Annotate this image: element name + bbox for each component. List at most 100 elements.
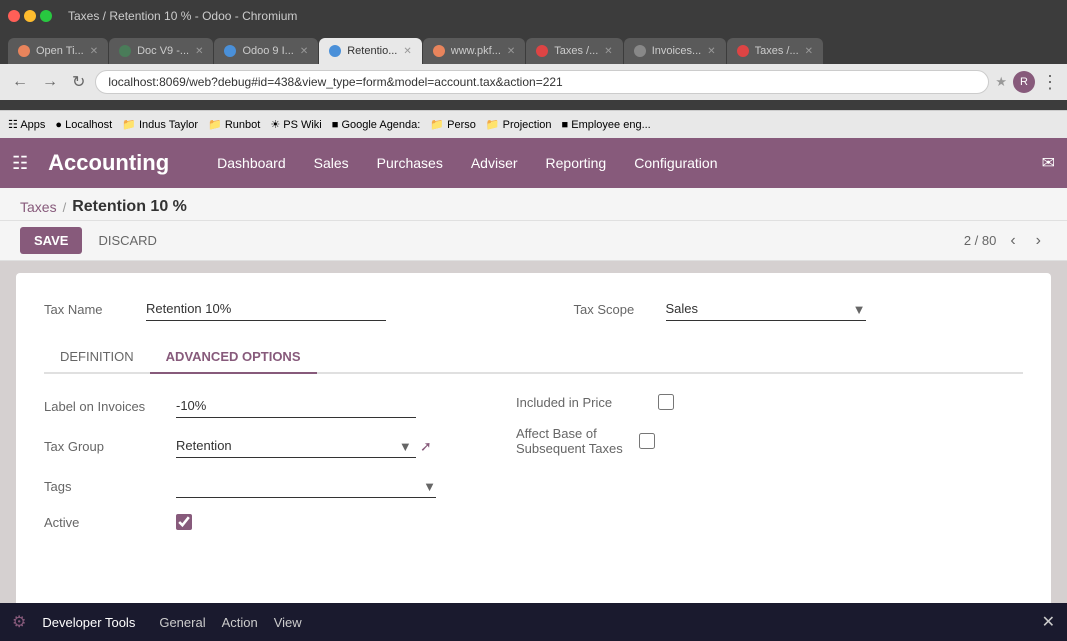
dev-tools-view[interactable]: View — [274, 615, 302, 630]
back-button[interactable]: ← — [8, 71, 32, 93]
dev-tools-icon: ⚙ — [12, 612, 26, 632]
tax-group-label: Tax Group — [44, 439, 164, 454]
menu-icon[interactable]: ⋮ — [1041, 72, 1059, 93]
indus-taylor-bookmark[interactable]: 📁 Indus Taylor — [122, 118, 198, 131]
bookmarks-bar: ☷ Apps ● Localhost 📁 Indus Taylor 📁 Runb… — [0, 110, 1067, 138]
record-position: 2 / 80 — [964, 233, 997, 248]
employee-bookmark[interactable]: ■ Employee eng... — [562, 119, 651, 131]
breadcrumb-separator: / — [63, 200, 67, 215]
url-text: localhost:8069/web?debug#id=438&view_typ… — [108, 75, 976, 89]
included-price-label: Included in Price — [516, 395, 646, 410]
active-checkbox[interactable] — [176, 514, 192, 530]
browser-tab-3[interactable]: Retentio... ✕ — [319, 38, 422, 64]
label-invoices-input[interactable] — [176, 394, 416, 418]
affect-base-checkbox[interactable] — [639, 433, 655, 449]
tab-close-7[interactable]: ✕ — [805, 46, 813, 57]
record-nav: 2 / 80 ‹ › — [964, 230, 1047, 252]
dev-tools-close[interactable]: ✕ — [1042, 612, 1055, 632]
browser-tab-5[interactable]: Taxes /... ✕ — [526, 38, 622, 64]
google-agenda-bookmark[interactable]: ■ Google Agenda: — [332, 119, 421, 131]
tab-advanced-options[interactable]: ADVANCED OPTIONS — [150, 341, 317, 374]
profile-icon[interactable]: R — [1013, 71, 1035, 93]
affect-base-labels: Affect Base of Subsequent Taxes — [516, 426, 623, 456]
forward-button[interactable]: → — [38, 71, 62, 93]
tab-close-4[interactable]: ✕ — [507, 46, 515, 57]
label-invoices-row: Label on Invoices — [44, 394, 436, 418]
browser-tab-1[interactable]: Doc V9 -... ✕ — [109, 38, 213, 64]
ps-wiki-bookmark[interactable]: ☀ PS Wiki — [270, 118, 321, 131]
nav-menu: Dashboard Sales Purchases Adviser Report… — [205, 149, 729, 177]
top-nav: ☷ Accounting Dashboard Sales Purchases A… — [0, 138, 1067, 188]
advanced-options-fields: Label on Invoices Tax Group Retention ▼ … — [44, 394, 1023, 530]
tax-group-select[interactable]: Retention — [176, 434, 416, 458]
perso-bookmark[interactable]: 📁 Perso — [430, 118, 476, 131]
dev-tools-title: Developer Tools — [42, 615, 135, 630]
affect-base-row: Affect Base of Subsequent Taxes — [516, 426, 674, 456]
runbot-bookmark[interactable]: 📁 Runbot — [208, 118, 260, 131]
browser-tab-4[interactable]: www.pkf... ✕ — [423, 38, 526, 64]
browser-tab-2[interactable]: Odoo 9 I... ✕ — [214, 38, 318, 64]
tags-row: Tags ▼ — [44, 474, 436, 498]
affect-base-label: Affect Base of — [516, 426, 623, 441]
nav-adviser[interactable]: Adviser — [459, 149, 530, 177]
localhost-bookmark[interactable]: ● Localhost — [55, 119, 112, 131]
nav-configuration[interactable]: Configuration — [622, 149, 729, 177]
label-invoices-label: Label on Invoices — [44, 399, 164, 414]
close-window-button[interactable] — [8, 10, 20, 22]
breadcrumb: Taxes / Retention 10 % — [0, 188, 1067, 221]
affect-base-label2: Subsequent Taxes — [516, 441, 623, 456]
discard-button[interactable]: DISCARD — [90, 227, 165, 254]
prev-record-button[interactable]: ‹ — [1004, 230, 1021, 252]
breadcrumb-link[interactable]: Taxes — [20, 199, 57, 215]
tax-group-row: Tax Group Retention ▼ ➚ — [44, 434, 436, 458]
address-bar[interactable]: localhost:8069/web?debug#id=438&view_typ… — [95, 70, 989, 94]
browser-tab-7[interactable]: Taxes /... ✕ — [727, 38, 823, 64]
included-price-row: Included in Price — [516, 394, 674, 410]
star-icon[interactable]: ★ — [995, 74, 1007, 90]
tax-scope-label: Tax Scope — [574, 302, 654, 317]
tab-close-5[interactable]: ✕ — [604, 46, 612, 57]
window-title: Taxes / Retention 10 % - Odoo - Chromium — [68, 9, 297, 23]
projection-bookmark[interactable]: 📁 Projection — [486, 118, 552, 131]
tab-close-1[interactable]: ✕ — [195, 46, 203, 57]
form-card: Tax Name Tax Scope Sales Purchase None ▼ — [16, 273, 1051, 629]
mail-icon[interactable]: ✉ — [1042, 153, 1055, 173]
minimize-window-button[interactable] — [24, 10, 36, 22]
next-record-button[interactable]: › — [1030, 230, 1047, 252]
action-bar: SAVE DISCARD 2 / 80 ‹ › — [0, 221, 1067, 261]
right-fields-col: Included in Price Affect Base of Subsequ… — [516, 394, 674, 530]
tab-close-2[interactable]: ✕ — [300, 46, 308, 57]
nav-sales[interactable]: Sales — [302, 149, 361, 177]
save-button[interactable]: SAVE — [20, 227, 82, 254]
tax-name-input[interactable] — [146, 297, 386, 321]
tax-name-label: Tax Name — [44, 302, 134, 317]
browser-tab-0[interactable]: Open Ti... ✕ — [8, 38, 108, 64]
app-title: Accounting — [48, 150, 169, 176]
nav-dashboard[interactable]: Dashboard — [205, 149, 298, 177]
browser-tabs: Open Ti... ✕ Doc V9 -... ✕ Odoo 9 I... ✕… — [0, 32, 1067, 64]
breadcrumb-current: Retention 10 % — [72, 198, 187, 216]
included-price-checkbox[interactable] — [658, 394, 674, 410]
grid-icon[interactable]: ☷ — [12, 153, 28, 174]
dev-tools-general[interactable]: General — [159, 615, 205, 630]
apps-bookmark[interactable]: ☷ Apps — [8, 118, 45, 131]
dev-tools-action[interactable]: Action — [222, 615, 258, 630]
tab-definition[interactable]: DEFINITION — [44, 341, 150, 372]
left-fields-col: Label on Invoices Tax Group Retention ▼ … — [44, 394, 436, 530]
nav-purchases[interactable]: Purchases — [365, 149, 455, 177]
tax-scope-select[interactable]: Sales Purchase None — [666, 297, 866, 321]
tab-close-0[interactable]: ✕ — [90, 46, 98, 57]
tags-label: Tags — [44, 479, 164, 494]
reload-button[interactable]: ↻ — [68, 70, 89, 94]
active-row: Active — [44, 514, 436, 530]
form-tabs: DEFINITION ADVANCED OPTIONS — [44, 341, 1023, 374]
active-label: Active — [44, 515, 164, 530]
tab-close-3[interactable]: ✕ — [403, 46, 411, 57]
tax-group-external-link-icon[interactable]: ➚ — [420, 438, 432, 455]
browser-tab-6[interactable]: Invoices... ✕ — [624, 38, 726, 64]
tags-select[interactable] — [176, 474, 436, 498]
tab-close-6[interactable]: ✕ — [707, 46, 715, 57]
developer-tools-bar: ⚙ Developer Tools General Action View ✕ — [0, 603, 1067, 641]
nav-reporting[interactable]: Reporting — [534, 149, 619, 177]
maximize-window-button[interactable] — [40, 10, 52, 22]
